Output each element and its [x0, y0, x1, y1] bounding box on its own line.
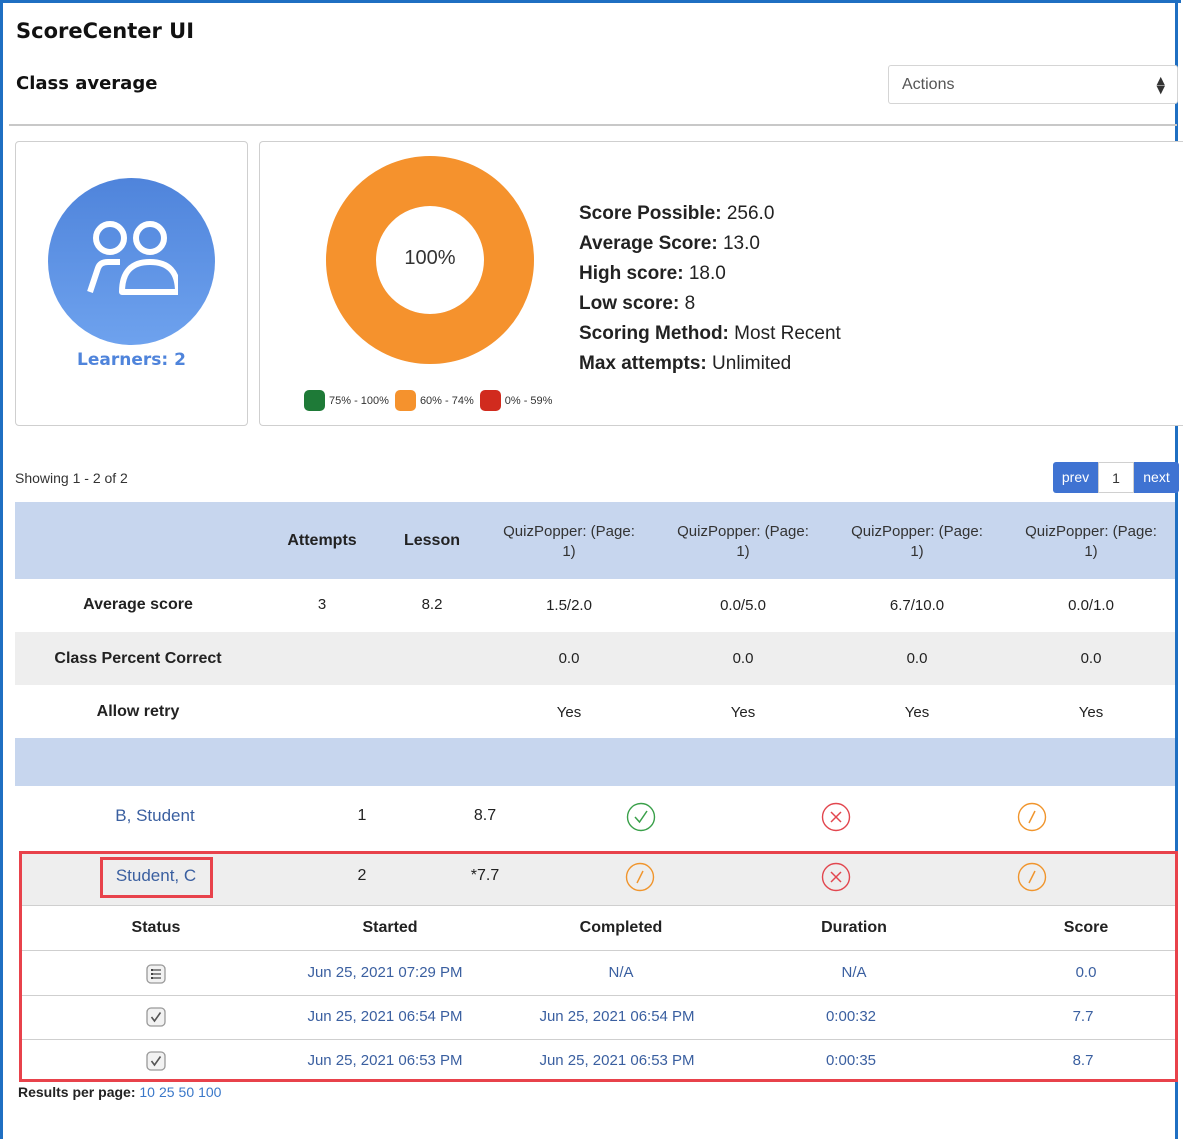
frame-border-top [0, 0, 1181, 3]
select-arrows-icon: ▲ ▼ [1156, 74, 1165, 96]
prev-page-button[interactable]: prev [1053, 462, 1098, 493]
stat-value: Most Recent [734, 323, 841, 344]
stat-score-possible: Score Possible: 256.0 [579, 199, 841, 229]
summary-quiz-3: 0.0 [906, 650, 928, 667]
frame-border-left [0, 0, 3, 1139]
stat-average-score: Average Score: 13.0 [579, 229, 841, 259]
legend-label-low: 0% - 59% [504, 394, 553, 407]
page-number-button[interactable]: 1 [1098, 462, 1134, 493]
correct-icon[interactable] [626, 802, 656, 832]
stat-high-score: High score: 18.0 [579, 259, 841, 289]
legend-label-mid: 60% - 74% [419, 394, 474, 407]
stat-label: Average Score: [579, 233, 718, 254]
stat-value: 13.0 [722, 233, 760, 254]
quiz-header-line1: QuizPopper: (Page: [503, 523, 635, 540]
learners-card[interactable]: Learners: 2 [15, 141, 248, 426]
stat-value: Unlimited [712, 353, 792, 374]
app-title: ScoreCenter UI [16, 19, 195, 43]
score-summary-card: 100% 75% - 100% 60% - 74% 0% - 59% Score… [259, 141, 1183, 426]
results-per-page: Results per page: 10 25 50 100 [18, 1084, 225, 1100]
column-header-quiz-1[interactable]: QuizPopper: (Page: 1) [482, 522, 656, 562]
section-divider-band [15, 738, 1175, 786]
results-option-50[interactable]: 50 [179, 1084, 195, 1100]
stat-scoring-method: Scoring Method: Most Recent [579, 319, 841, 349]
legend-swatch-high [304, 390, 325, 411]
legend-swatch-mid [394, 390, 416, 411]
stat-low-score: Low score: 8 [579, 289, 841, 319]
legend-swatch-low [479, 390, 501, 411]
column-header-attempts[interactable]: Attempts [272, 532, 372, 550]
quiz-header-line1: QuizPopper: (Page: [851, 523, 983, 540]
summary-lesson: 8.2 [421, 596, 443, 613]
summary-quiz-4: Yes [1078, 704, 1104, 721]
quiz-header-line1: QuizPopper: (Page: [1025, 523, 1157, 540]
learners-avatar [48, 178, 215, 345]
results-per-page-label: Results per page: [18, 1084, 136, 1100]
quiz-header-line2: 1) [562, 543, 576, 560]
donut-legend: 75% - 100% 60% - 74% 0% - 59% [304, 390, 558, 411]
pagination: prev 1 next [1053, 462, 1179, 493]
summary-quiz-2: Yes [730, 704, 756, 721]
summary-quiz-3: 6.7/10.0 [889, 597, 945, 614]
stat-label: Score Possible: [579, 203, 722, 224]
student-lesson: 8.7 [473, 807, 497, 824]
highlight-student-name [100, 857, 213, 898]
stat-max-attempts: Max attempts: Unlimited [579, 349, 841, 379]
results-option-100[interactable]: 100 [198, 1084, 221, 1100]
summary-quiz-1: 0.0 [558, 650, 580, 667]
app-frame: ScoreCenter UI Class average Actions ▲ ▼ … [0, 0, 1183, 1139]
incorrect-icon[interactable] [821, 802, 851, 832]
column-header-quiz-4[interactable]: QuizPopper: (Page: 1) [1004, 522, 1178, 562]
stat-label: Scoring Method: [579, 323, 729, 344]
column-header-quiz-2[interactable]: QuizPopper: (Page: 1) [656, 522, 830, 562]
summary-label: Allow retry [96, 703, 180, 720]
summary-quiz-2: 0.0 [732, 650, 754, 667]
showing-count: Showing 1 - 2 of 2 [15, 470, 128, 486]
legend-label-high: 75% - 100% [329, 394, 389, 407]
donut-percent-label: 100% [404, 247, 456, 269]
column-header-lesson[interactable]: Lesson [392, 532, 472, 550]
stat-label: Low score: [579, 293, 680, 314]
stat-label: Max attempts: [579, 353, 707, 374]
summary-label: Class Percent Correct [54, 650, 222, 667]
stat-value: 256.0 [726, 203, 775, 224]
quiz-header-line2: 1) [1084, 543, 1098, 560]
summary-quiz-3: Yes [904, 704, 930, 721]
stats-list: Score Possible: 256.0 Average Score: 13.… [579, 199, 841, 379]
actions-select[interactable]: Actions ▲ ▼ [888, 65, 1178, 104]
next-page-button[interactable]: next [1134, 462, 1179, 493]
summary-quiz-4: 0.0/1.0 [1068, 597, 1114, 614]
student-name-link[interactable]: B, Student [60, 806, 250, 826]
summary-label: Average score [83, 596, 193, 613]
users-icon [87, 221, 178, 295]
results-option-25[interactable]: 25 [159, 1084, 175, 1100]
page-title: Class average [16, 73, 158, 94]
divider [9, 124, 1177, 126]
column-header-quiz-3[interactable]: QuizPopper: (Page: 1) [830, 522, 1004, 562]
actions-select-label: Actions [902, 76, 955, 93]
student-attempts: 1 [357, 807, 367, 824]
learners-count[interactable]: Learners: 2 [16, 350, 247, 370]
quiz-header-line2: 1) [736, 543, 750, 560]
summary-quiz-1: 1.5/2.0 [546, 597, 592, 614]
quiz-header-line1: QuizPopper: (Page: [677, 523, 809, 540]
stat-label: High score: [579, 263, 684, 284]
quiz-header-line2: 1) [910, 543, 924, 560]
summary-quiz-4: 0.0 [1080, 650, 1102, 667]
results-option-10[interactable]: 10 [139, 1084, 155, 1100]
summary-quiz-1: Yes [556, 704, 582, 721]
stat-value: 18.0 [688, 263, 726, 284]
stat-value: 8 [684, 293, 696, 314]
summary-attempts: 3 [317, 596, 327, 613]
partial-icon[interactable] [1017, 802, 1047, 832]
summary-quiz-2: 0.0/5.0 [720, 597, 766, 614]
